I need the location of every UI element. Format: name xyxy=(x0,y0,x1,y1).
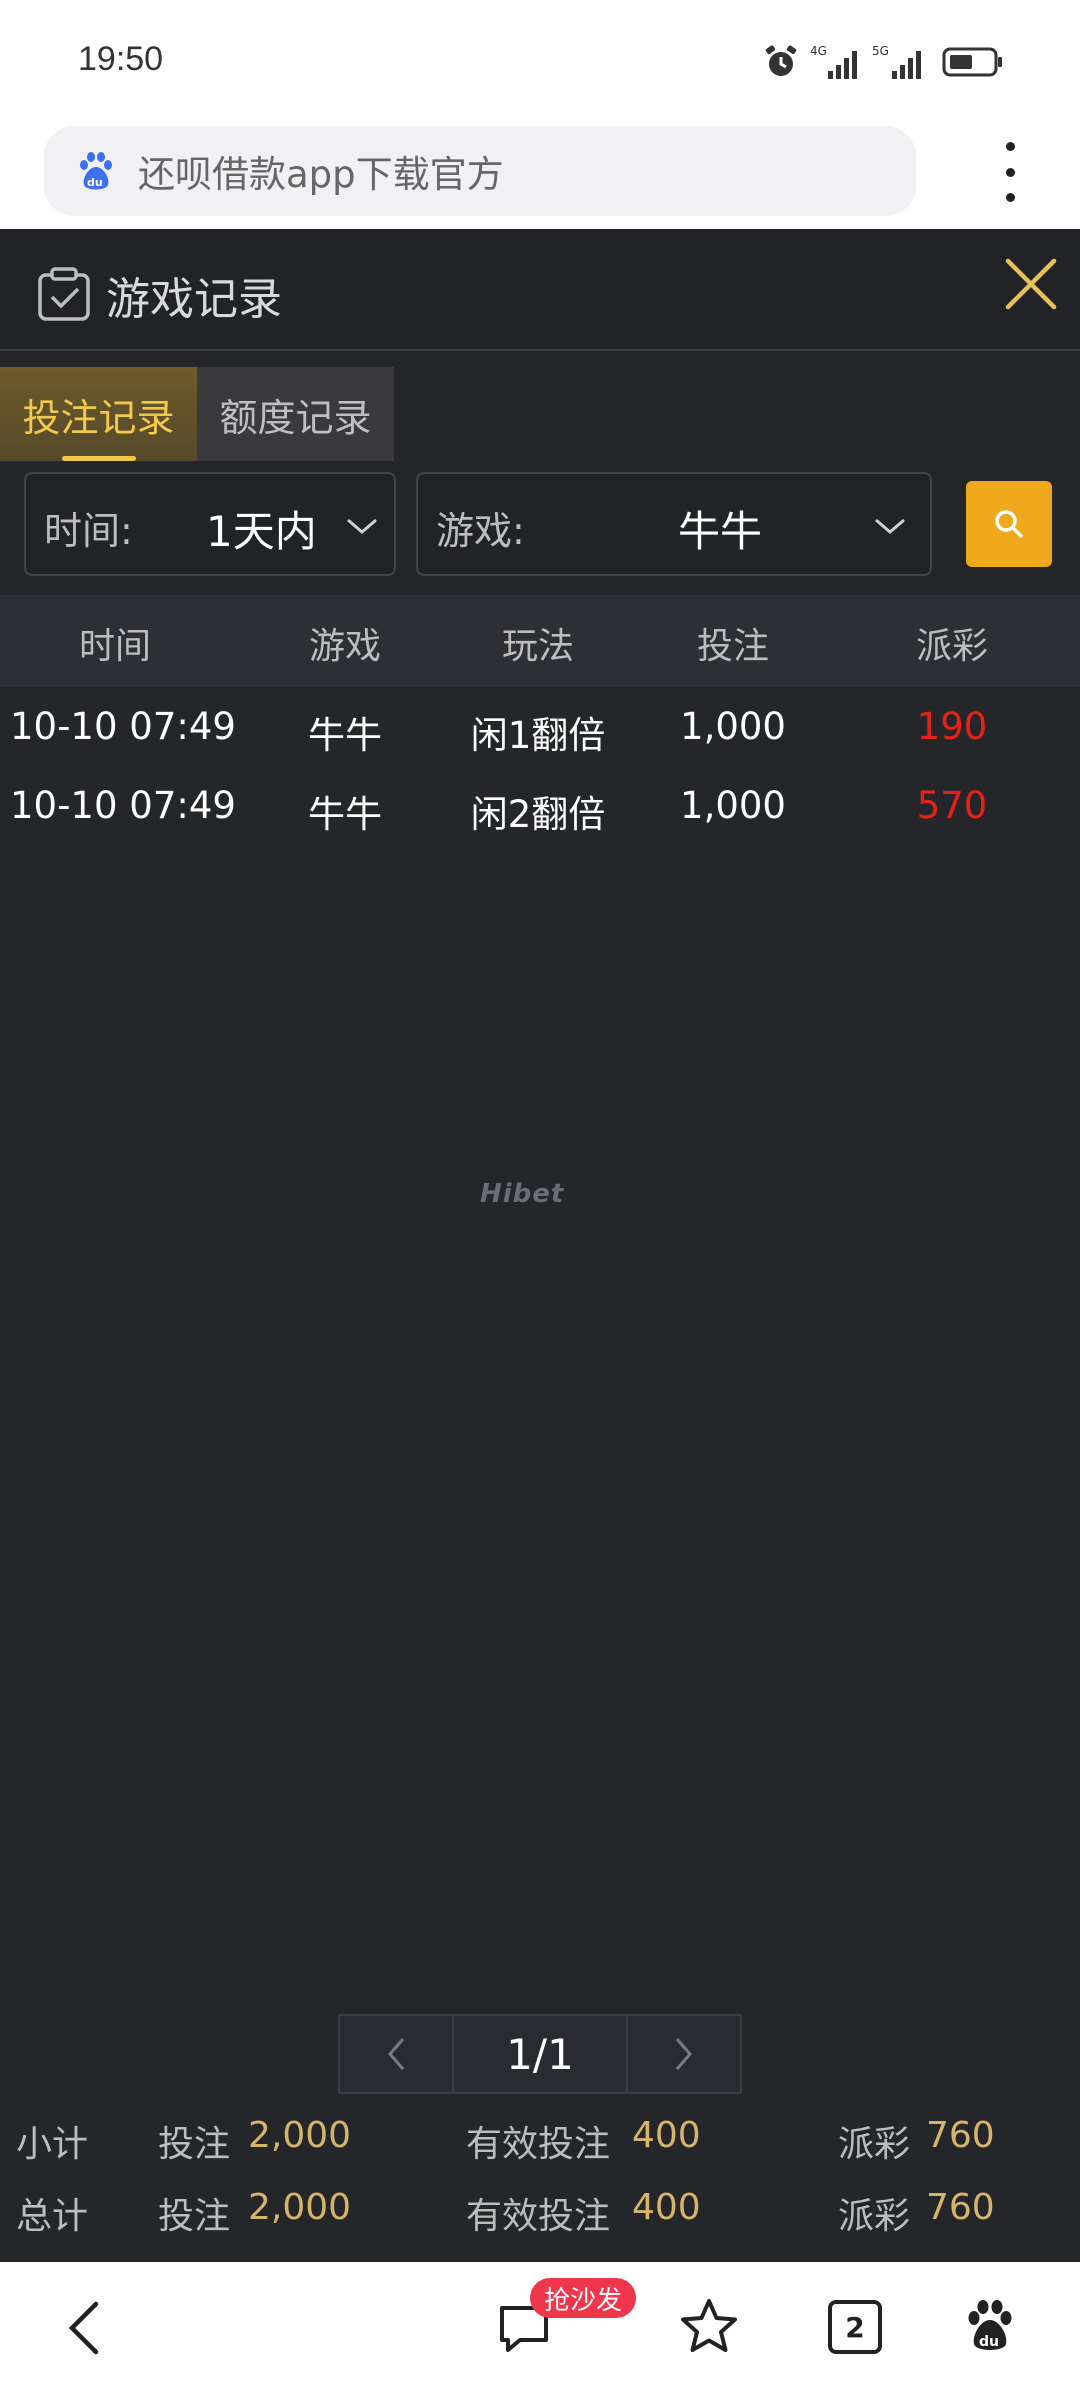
subtotal-payout-value: 760 xyxy=(926,2115,995,2156)
table-row: 10-10 07:49 牛牛 闲1翻倍 1,000 190 xyxy=(0,689,1080,767)
chevron-down-icon xyxy=(875,518,905,534)
total-row: 总计 投注 2,000 有效投注 400 派彩 760 xyxy=(0,2179,1080,2239)
star-icon[interactable] xyxy=(678,2296,740,2358)
status-bar: 19:50 4G 5G xyxy=(0,0,1080,124)
baidu-paw-icon[interactable]: du xyxy=(962,2296,1018,2356)
cell-game: 牛牛 xyxy=(308,714,382,757)
time-filter-label: 时间: xyxy=(44,509,133,553)
net1-label: 4G xyxy=(810,44,827,58)
subtotal-bet-label: 投注 xyxy=(158,2124,231,2165)
subtotal-label: 小计 xyxy=(16,2124,89,2165)
chevron-left-icon xyxy=(388,2038,405,2070)
total-bet-value: 2,000 xyxy=(248,2187,352,2228)
back-icon[interactable] xyxy=(64,2298,104,2358)
tab-label: 投注记录 xyxy=(22,395,175,440)
table-row: 10-10 07:49 牛牛 闲2翻倍 1,000 570 xyxy=(0,768,1080,846)
cell-time: 10-10 07:49 xyxy=(10,784,236,827)
signal-5g-icon: 5G xyxy=(872,44,921,79)
dialog-header: 游戏记录 xyxy=(0,229,1080,351)
tab-credit-records[interactable]: 额度记录 xyxy=(197,367,394,461)
watermark: Hibet xyxy=(480,1179,565,1209)
status-time: 19:50 xyxy=(78,40,164,78)
checklist-icon xyxy=(38,267,90,321)
cell-play: 闲2翻倍 xyxy=(470,793,606,836)
subtotal-valid-label: 有效投注 xyxy=(466,2124,611,2165)
baidu-logo-icon: du xyxy=(80,152,112,190)
net2-label: 5G xyxy=(872,44,889,58)
dialog-title: 游戏记录 xyxy=(106,274,282,325)
total-payout-value: 760 xyxy=(926,2187,995,2228)
header-payout: 派彩 xyxy=(915,626,989,667)
header-play: 玩法 xyxy=(501,626,575,667)
tabs-icon[interactable]: 2 xyxy=(828,2300,882,2354)
svg-text:du: du xyxy=(87,176,103,189)
subtotal-bet-value: 2,000 xyxy=(248,2115,352,2156)
time-filter-select[interactable]: 时间: 1天内 xyxy=(24,472,396,576)
tab-label: 额度记录 xyxy=(219,395,372,440)
svg-text:du: du xyxy=(979,2334,999,2350)
search-icon xyxy=(995,510,1023,538)
cell-bet: 1,000 xyxy=(680,705,786,748)
chevron-down-icon xyxy=(347,518,377,534)
subtotal-valid-value: 400 xyxy=(632,2115,701,2156)
tab-bet-records[interactable]: 投注记录 xyxy=(0,367,197,461)
game-record-dialog: 游戏记录 投注记录 额度记录 时间: 1天内 游戏: 牛牛 时间 游戏 玩法 投… xyxy=(0,229,1080,2262)
game-filter-label: 游戏: xyxy=(436,509,525,553)
record-tabs: 投注记录 额度记录 xyxy=(0,367,394,461)
cell-game: 牛牛 xyxy=(308,793,382,836)
header-time: 时间 xyxy=(78,626,152,667)
header-game: 游戏 xyxy=(308,626,382,667)
search-button[interactable] xyxy=(966,481,1052,567)
url-text: 还呗借款app下载官方 xyxy=(138,153,504,196)
cell-play: 闲1翻倍 xyxy=(470,714,606,757)
cell-payout: 570 xyxy=(916,784,988,827)
sofa-badge[interactable]: 抢沙发 xyxy=(530,2278,637,2318)
game-filter-select[interactable]: 游戏: 牛牛 xyxy=(416,472,932,576)
header-bet: 投注 xyxy=(696,626,770,667)
time-filter-value: 1天内 xyxy=(206,507,317,556)
subtotal-row: 小计 投注 2,000 有效投注 400 派彩 760 xyxy=(0,2107,1080,2167)
battery-icon xyxy=(942,47,1002,77)
total-payout-label: 派彩 xyxy=(838,2196,911,2237)
cell-bet: 1,000 xyxy=(680,784,786,827)
table-header: 时间 游戏 玩法 投注 派彩 xyxy=(0,595,1080,687)
alarm-icon xyxy=(765,45,797,76)
next-page-button[interactable] xyxy=(626,2014,742,2094)
close-icon[interactable] xyxy=(1000,253,1062,315)
cell-payout: 190 xyxy=(916,705,988,748)
total-valid-value: 400 xyxy=(632,2187,701,2228)
signal-icon: 4G xyxy=(810,44,857,79)
url-bar[interactable]: du 还呗借款app下载官方 xyxy=(44,126,916,216)
status-icons: 4G 5G xyxy=(762,42,1004,82)
subtotal-payout-label: 派彩 xyxy=(838,2124,911,2165)
game-filter-value: 牛牛 xyxy=(678,507,763,556)
total-label: 总计 xyxy=(16,2196,89,2237)
chevron-right-icon xyxy=(675,2038,692,2070)
prev-page-button[interactable] xyxy=(338,2014,454,2094)
total-bet-label: 投注 xyxy=(158,2196,231,2237)
cell-time: 10-10 07:49 xyxy=(10,705,236,748)
page-indicator: 1/1 xyxy=(452,2014,628,2094)
more-vert-icon[interactable] xyxy=(990,142,1030,202)
total-valid-label: 有效投注 xyxy=(466,2196,611,2237)
